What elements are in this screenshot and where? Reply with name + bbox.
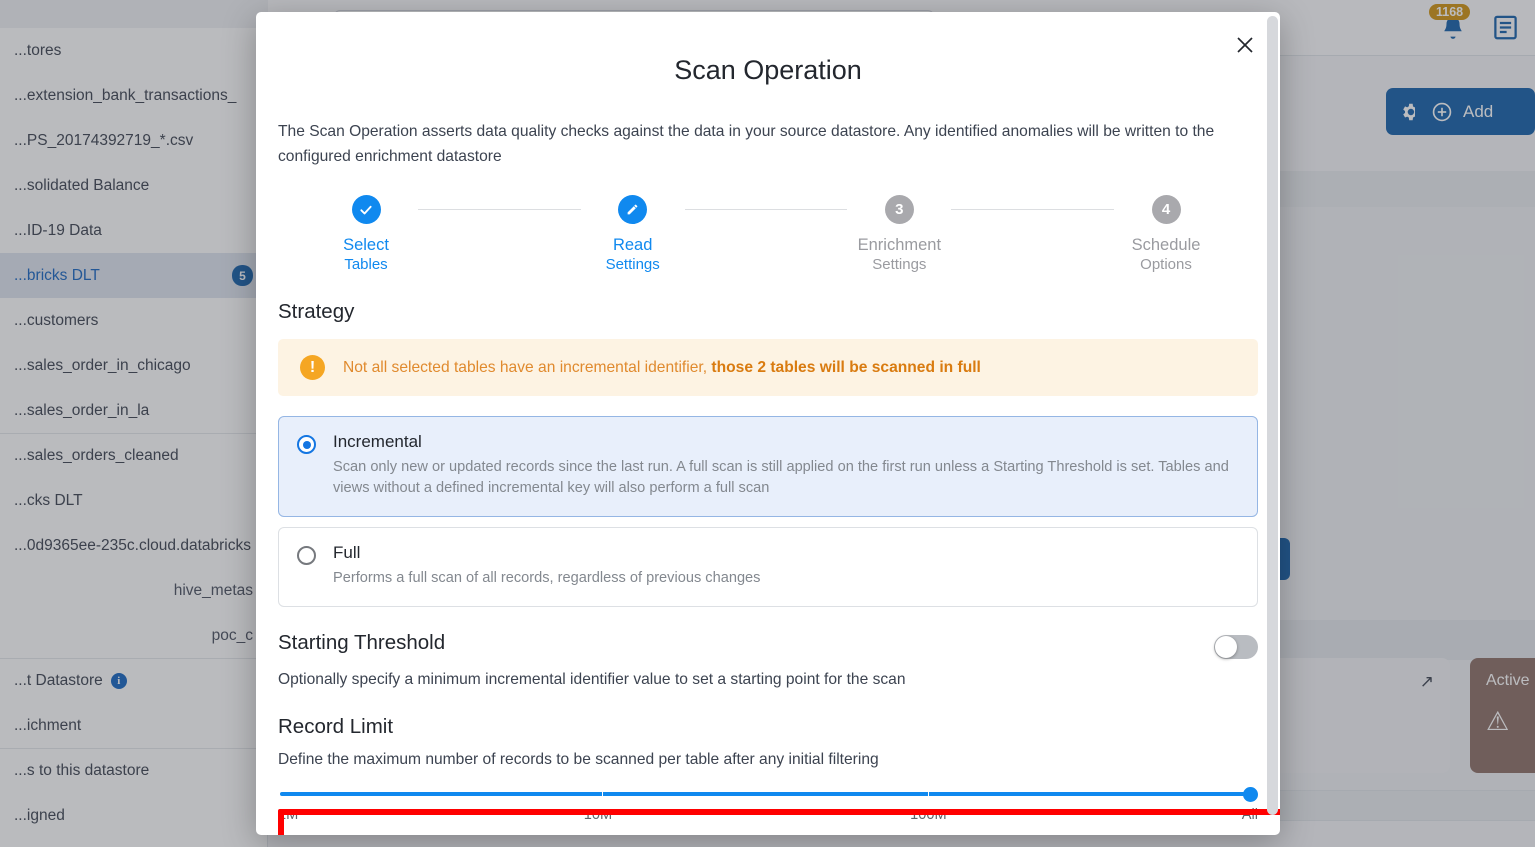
warning-text-bold: those 2 tables will be scanned in full bbox=[711, 358, 981, 376]
step-label-line2: Settings bbox=[872, 256, 927, 273]
radio-full[interactable] bbox=[297, 546, 316, 565]
step-label-line2: Settings bbox=[605, 256, 660, 273]
slider-label-100m: 100M bbox=[910, 807, 947, 823]
slider-label-all: All bbox=[1241, 807, 1258, 823]
incremental-warning-banner: ! Not all selected tables have an increm… bbox=[278, 339, 1258, 396]
step-label-line2: Options bbox=[1140, 256, 1192, 273]
step-label-line1: Schedule bbox=[1131, 236, 1201, 254]
slider-tick bbox=[602, 789, 604, 799]
close-x-icon bbox=[1237, 37, 1253, 53]
starting-threshold-toggle[interactable] bbox=[1214, 635, 1258, 659]
step-select-tables[interactable]: Select Tables bbox=[314, 195, 418, 274]
warning-text-plain: Not all selected tables have an incremen… bbox=[343, 358, 712, 376]
step-connector bbox=[684, 209, 848, 210]
close-icon[interactable] bbox=[1228, 28, 1262, 62]
dialog-description: The Scan Operation asserts data quality … bbox=[278, 123, 1215, 165]
slider-tick-labels: 1M 10M 100M All bbox=[278, 807, 1258, 827]
step-label-line1: Read bbox=[612, 236, 653, 254]
record-limit-slider[interactable] bbox=[278, 787, 1258, 802]
modal-scrollbar-thumb[interactable] bbox=[1267, 16, 1278, 815]
slider-label-10m: 10M bbox=[583, 807, 613, 823]
wizard-stepper: Select Tables Read Settings 3 Enrichment… bbox=[278, 195, 1258, 274]
modal-scrollbar[interactable] bbox=[1267, 16, 1278, 831]
strategy-option-full[interactable]: Full Performs a full scan of all records… bbox=[278, 527, 1258, 607]
step-enrichment-settings[interactable]: 3 Enrichment Settings bbox=[847, 195, 951, 274]
dialog-title: Scan Operation bbox=[674, 55, 862, 85]
option-title: Full bbox=[333, 543, 361, 562]
strategy-heading: Strategy bbox=[278, 300, 355, 323]
starting-threshold-row: Starting Threshold bbox=[278, 631, 1258, 659]
option-description: Performs a full scan of all records, reg… bbox=[333, 570, 761, 586]
starting-threshold-description: Optionally specify a minimum incremental… bbox=[278, 671, 906, 688]
slider-label-1m: 1M bbox=[278, 807, 299, 823]
strategy-option-incremental[interactable]: Incremental Scan only new or updated rec… bbox=[278, 416, 1258, 517]
step-label-line1: Enrichment bbox=[857, 236, 942, 254]
starting-threshold-heading: Starting Threshold bbox=[278, 631, 446, 654]
step-label-line1: Select bbox=[343, 236, 389, 254]
record-limit-description: Define the maximum number of records to … bbox=[278, 751, 879, 768]
step-schedule-options[interactable]: 4 Schedule Options bbox=[1114, 195, 1218, 274]
step-connector bbox=[951, 209, 1115, 210]
toggle-knob bbox=[1215, 636, 1237, 658]
record-limit-heading: Record Limit bbox=[278, 715, 394, 738]
slider-knob[interactable] bbox=[1243, 787, 1258, 802]
strategy-options: Incremental Scan only new or updated rec… bbox=[278, 416, 1280, 835]
step-read-settings[interactable]: Read Settings bbox=[581, 195, 685, 274]
step-number-3: 3 bbox=[884, 195, 914, 224]
option-description: Scan only new or updated records since t… bbox=[333, 459, 1229, 496]
warning-exclamation-icon: ! bbox=[300, 355, 325, 380]
check-icon bbox=[351, 195, 381, 224]
scan-operation-dialog: Scan Operation The Scan Operation assert… bbox=[256, 12, 1280, 835]
slider-track bbox=[280, 792, 1256, 796]
slider-tick bbox=[927, 789, 929, 799]
step-connector bbox=[418, 209, 581, 210]
step-label-line2: Tables bbox=[344, 256, 388, 273]
warning-text: Not all selected tables have an incremen… bbox=[343, 359, 981, 377]
radio-incremental[interactable] bbox=[297, 435, 316, 454]
pencil-icon bbox=[618, 195, 648, 224]
step-number-4: 4 bbox=[1151, 195, 1181, 224]
option-title: Incremental bbox=[333, 432, 422, 451]
